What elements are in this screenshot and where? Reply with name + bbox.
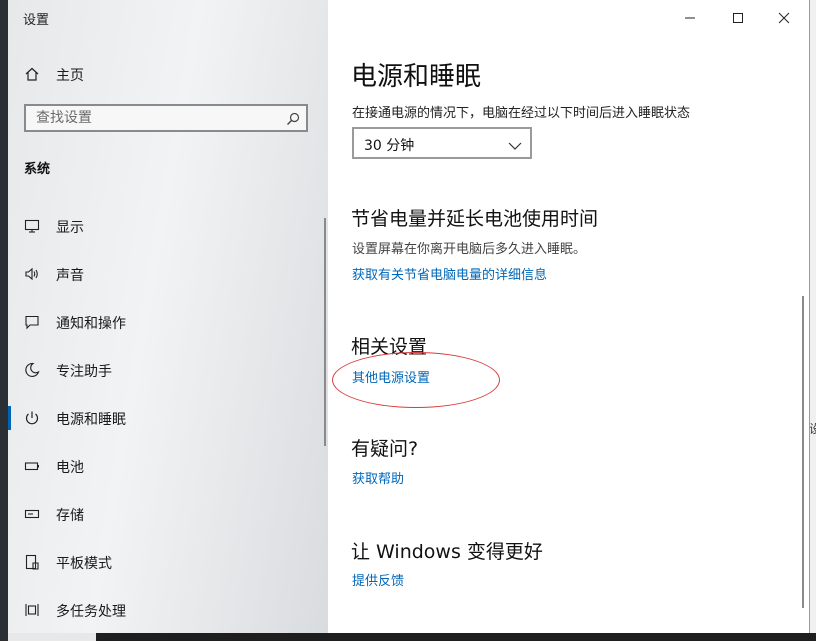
sidebar-item-label: 主页: [56, 68, 84, 84]
sleep-time-dropdown[interactable]: 30 分钟: [352, 127, 532, 159]
link-give-feedback[interactable]: 提供反馈: [352, 570, 404, 589]
sidebar-item-label: 平板模式: [56, 556, 112, 572]
sidebar-item-notifications[interactable]: 通知和操作: [8, 302, 328, 342]
home-icon: [24, 66, 40, 82]
sidebar-item-label: 多任务处理: [56, 604, 126, 620]
sidebar-item-battery[interactable]: 电池: [8, 446, 328, 486]
dropdown-value: 30 分钟: [364, 138, 415, 154]
section-title-questions: 有疑问?: [351, 438, 419, 460]
chevron-down-icon: [508, 137, 522, 150]
sidebar-item-display[interactable]: 显示: [8, 206, 328, 246]
section-title-save-power: 节省电量并延长电池使用时间: [351, 208, 599, 230]
multitask-icon: [24, 602, 40, 618]
battery-icon: [24, 458, 40, 474]
section-description-save-power: 设置屏幕在你离开电脑后多久进入睡眠。: [352, 242, 587, 257]
monitor-icon: [24, 218, 40, 234]
sidebar-scrollbar[interactable]: [324, 218, 326, 446]
sidebar-item-label: 电源和睡眠: [56, 412, 126, 428]
app-title: 设置: [23, 13, 50, 28]
close-button[interactable]: [770, 4, 798, 32]
sidebar-item-power-sleep[interactable]: 电源和睡眠: [8, 398, 328, 438]
sidebar-item-sound[interactable]: 声音: [8, 254, 328, 294]
sidebar-item-home[interactable]: 主页: [8, 54, 328, 94]
sidebar-item-tablet-mode[interactable]: 平板模式: [8, 542, 328, 582]
sidebar-item-storage[interactable]: 存储: [8, 494, 328, 534]
sidebar-item-label: 专注助手: [56, 364, 112, 380]
minimize-button[interactable]: [676, 4, 704, 32]
link-get-help[interactable]: 获取帮助: [352, 468, 404, 487]
background-text-fragment: 设: [809, 422, 816, 436]
section-heading-system: 系统: [24, 162, 51, 177]
sidebar-item-focus-assist[interactable]: 专注助手: [8, 350, 328, 390]
content-scrollbar[interactable]: [802, 296, 804, 608]
sleep-description: 在接通电源的情况下，电脑在经过以下时间后进入睡眠状态: [352, 106, 691, 121]
settings-window: 设置 主页 系统 显示 声音: [8, 0, 810, 633]
sidebar-item-label: 存储: [56, 508, 84, 524]
sidebar-item-label: 电池: [56, 460, 84, 476]
moon-icon: [24, 362, 40, 378]
sidebar-item-label: 显示: [56, 220, 84, 236]
search-box: [24, 104, 308, 132]
search-input[interactable]: [26, 106, 276, 130]
section-title-feedback: 让 Windows 变得更好: [351, 541, 543, 563]
sidebar: 设置 主页 系统 显示 声音: [8, 0, 328, 633]
tablet-icon: [24, 554, 40, 570]
page-title: 电源和睡眠: [351, 62, 482, 92]
link-additional-power-settings[interactable]: 其他电源设置: [352, 367, 430, 386]
main-content: 电源和睡眠 在接通电源的情况下，电脑在经过以下时间后进入睡眠状态 30 分钟 节…: [328, 0, 809, 633]
notification-icon: [24, 314, 40, 330]
sidebar-item-label: 声音: [56, 268, 84, 284]
sidebar-item-multitasking[interactable]: 多任务处理: [8, 590, 328, 630]
search-icon[interactable]: [286, 111, 300, 125]
storage-icon: [24, 506, 40, 522]
link-power-saving-info[interactable]: 获取有关节省电脑电量的详细信息: [352, 264, 547, 283]
speaker-icon: [24, 266, 40, 282]
background-taskbar: [96, 633, 816, 641]
maximize-button[interactable]: [724, 4, 752, 32]
sidebar-item-label: 通知和操作: [56, 316, 126, 332]
desktop-background: [0, 0, 8, 641]
power-icon: [24, 410, 40, 426]
